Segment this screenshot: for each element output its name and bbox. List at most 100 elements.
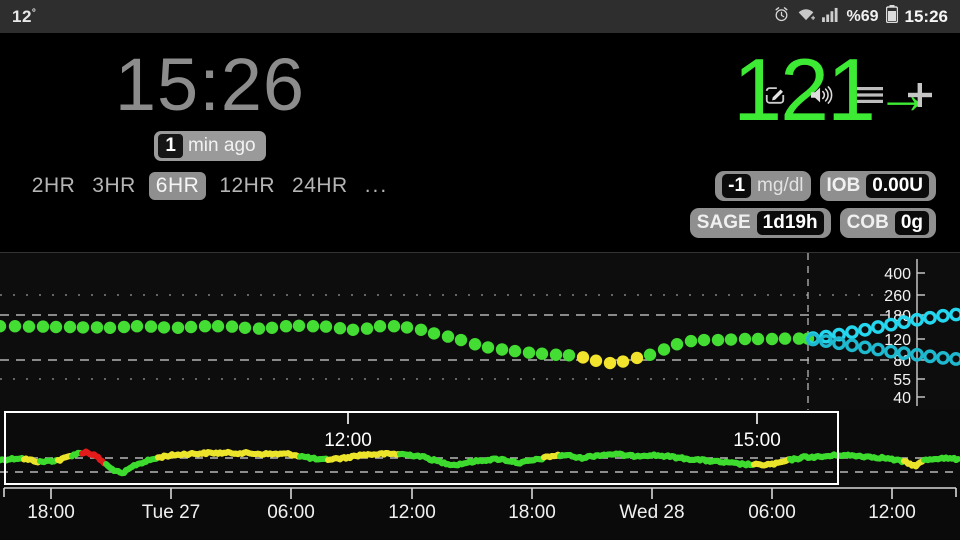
y-tick-label-55: 55 [893,372,911,389]
time-axis-svg: 18:00 Tue 27 06:00 12:00 18:00 Wed 28 06:00 12:… [3,487,957,523]
prediction-point-lower [949,352,960,366]
glucose-point [238,321,252,334]
glucose-point [265,321,279,334]
range-button-12hr[interactable]: 12HR [215,172,279,200]
glucose-point [670,338,684,351]
glucose-point [144,320,158,333]
status-badge-sage[interactable]: SAGE 1d19h [689,208,831,238]
glucose-point [562,349,576,362]
prediction-point-lower [858,340,872,355]
glucose-point [8,320,22,333]
range-button-6hr[interactable]: 6HR [148,172,207,200]
glucose-point [117,320,131,334]
prediction-point-upper [845,325,859,340]
badge-row-1: -1 mg/dl IOB 0.00U [690,171,936,201]
glucose-point [697,333,711,347]
glucose-chart[interactable]: 400 260 180 120 80 55 40 [0,252,960,410]
glucose-point [49,320,63,334]
glucose-point [414,323,428,336]
glucose-point [252,322,266,335]
glucose-point [643,348,657,361]
y-tick-label-40: 40 [893,390,911,407]
range-button-24hr[interactable]: 24HR [288,172,352,200]
edit-pencil-icon[interactable] [764,84,786,111]
x-axis-label: 06:00 [748,502,796,523]
glucose-point [103,321,117,334]
glucose-point [171,321,185,334]
glucose-point [765,332,779,346]
glucose-point [535,347,549,360]
glucose-point [495,343,509,356]
glucose-point [184,320,198,334]
speaker-icon[interactable] [808,84,834,111]
range-button-2hr[interactable]: 2HR [28,172,80,200]
glucose-point [549,348,563,361]
glucose-point [441,330,455,343]
status-clock: 15:26 [904,6,948,26]
glucose-point-low [616,355,630,368]
glucose-point [333,322,347,335]
y-tick-label-260: 260 [884,288,911,305]
glucose-point [225,320,239,333]
glucose-point-low [576,351,590,364]
app-header: 15:26 1 min ago 2HR 3HR 6HR 12HR 24HR ..… [0,33,960,252]
time-axis: 18:00 Tue 27 06:00 12:00 18:00 Wed 28 06:00 12:… [0,486,960,540]
glucose-point [279,320,293,333]
status-badges: -1 mg/dl IOB 0.00U SAGE 1d19h COB 0g [689,164,936,238]
glucose-point-low [589,354,603,367]
badge-row-2: SAGE 1d19h COB 0g [689,208,936,238]
glucose-point [684,334,698,348]
iob-value: 0.00U [866,174,929,198]
glucose-point [306,320,320,333]
last-reading-label: min ago [187,135,256,156]
glucose-point [346,323,360,336]
overview-tick-label: 12:00 [324,430,372,451]
cob-label: COB [846,212,889,233]
overview-selection-window[interactable] [4,411,839,485]
prediction-point-upper [871,320,885,334]
glucose-point [522,346,536,359]
prediction-point-upper [936,308,950,323]
glucose-point [751,332,765,346]
status-badge-cob[interactable]: COB 0g [839,208,936,238]
glucose-point [711,333,725,347]
glucose-point [454,333,468,347]
prediction-point-lower [884,344,898,359]
overview-chart-svg: 12:00 15:00 [0,411,960,485]
glucose-point [292,319,306,332]
x-axis-label: Tue 27 [142,502,200,523]
glucose-point [778,332,792,345]
iob-label: IOB [826,175,861,196]
overview-chart[interactable]: 12:00 15:00 [0,410,960,486]
overview-tick-label: 15:00 [733,430,781,451]
prediction-point-upper [858,322,872,337]
x-axis-label: 18:00 [27,502,75,523]
range-button-more[interactable]: ... [361,172,393,200]
last-reading-minutes: 1 [158,134,183,158]
glucose-point [0,320,7,333]
glucose-point [22,320,36,333]
hamburger-menu-icon[interactable] [856,85,884,110]
range-button-3hr[interactable]: 3HR [88,172,140,200]
x-axis-label: 06:00 [267,502,315,523]
glucose-point [738,332,752,346]
glucose-point [481,341,495,354]
x-axis-label: Wed 28 [619,502,684,523]
glucose-point [724,333,738,346]
status-temperature: 12° [12,7,36,27]
glucose-point [211,320,225,333]
prediction-point-upper [949,307,960,322]
plus-icon[interactable] [906,81,934,114]
glucose-point [90,321,104,334]
header-icon-row [764,81,934,114]
last-reading-badge[interactable]: 1 min ago [154,131,266,161]
status-temperature-value: 12 [12,6,32,26]
glucose-point-low [603,356,617,370]
sage-label: SAGE [696,212,751,233]
sage-value: 1d19h [756,211,824,235]
status-badge-iob[interactable]: IOB 0.00U [819,171,936,201]
glucose-point [36,320,50,333]
status-badge-delta[interactable]: -1 mg/dl [715,171,811,201]
delta-unit: mg/dl [757,175,804,196]
glucose-point [157,321,171,334]
